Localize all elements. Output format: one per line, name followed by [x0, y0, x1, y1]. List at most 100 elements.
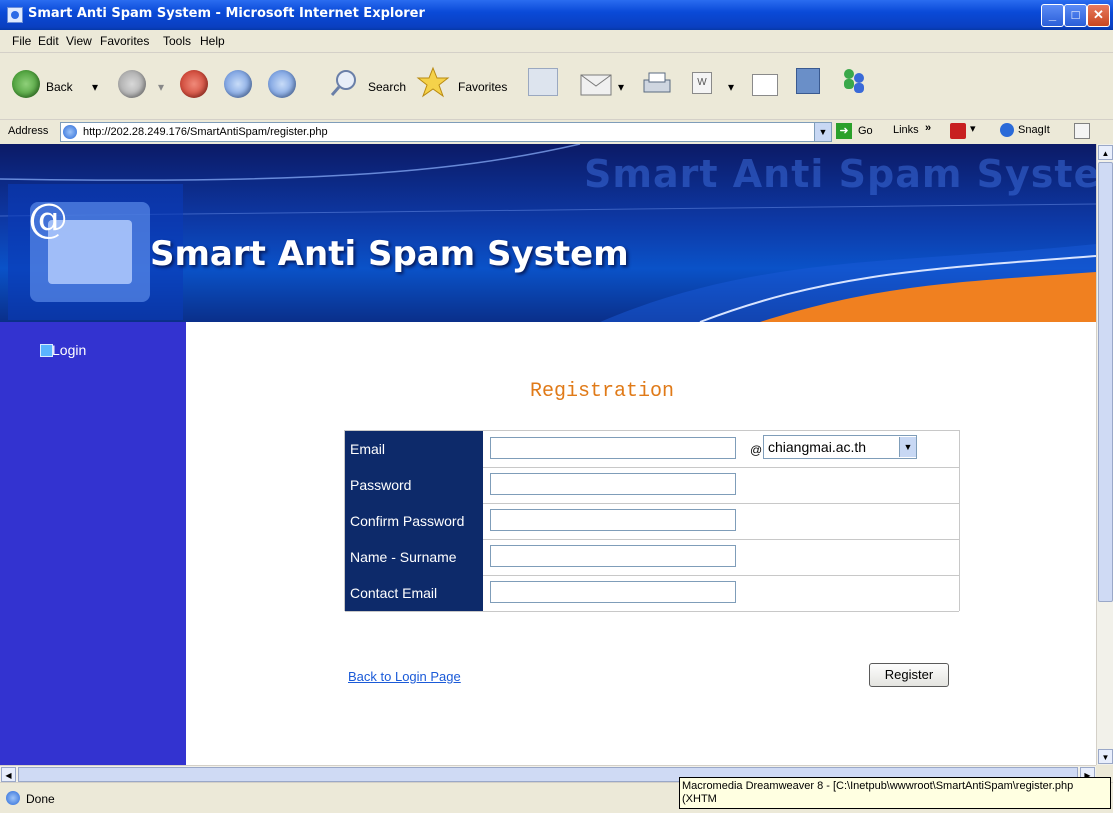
dropdown-arrow-icon[interactable]: ▾ [970, 122, 976, 135]
form-row-password: Password [345, 467, 959, 504]
go-arrow-icon: ➜ [836, 123, 852, 139]
research-book-icon [796, 68, 820, 94]
favorites-star-icon [416, 66, 450, 98]
stop-button[interactable] [180, 66, 212, 102]
title-bar: Smart Anti Spam System - Microsoft Inter… [0, 0, 1113, 30]
at-sign-logo-icon: @ [28, 196, 68, 242]
status-bar: Done Macromedia Dreamweaver 8 - [C:\Inet… [0, 777, 1113, 813]
scroll-thumb[interactable] [1098, 162, 1113, 602]
back-arrow-icon [12, 70, 40, 98]
forward-button[interactable]: ▾ [118, 66, 170, 102]
register-button[interactable]: Register [869, 663, 949, 687]
favorites-label: Favorites [458, 80, 508, 94]
refresh-icon [224, 70, 252, 98]
password-field[interactable] [490, 473, 736, 495]
back-button[interactable]: Back ▾ [12, 66, 104, 102]
contact-email-field[interactable] [490, 581, 736, 603]
form-row-confirm-password: Confirm Password [345, 503, 959, 540]
menu-tools[interactable]: Tools [163, 34, 191, 48]
main-content: Registration Email @ chiangmai.ac.th ▼ P… [186, 322, 1096, 765]
snagit-window-icon[interactable] [1074, 123, 1090, 139]
snagit-icon [1000, 123, 1014, 137]
dropdown-arrow-icon[interactable]: ▾ [728, 66, 740, 102]
go-button[interactable]: ➜ Go [836, 123, 884, 141]
confirm-password-label: Confirm Password [345, 503, 483, 539]
menu-view[interactable]: View [66, 34, 92, 48]
taskbar-tooltip: Macromedia Dreamweaver 8 - [C:\Inetpub\w… [679, 777, 1111, 809]
favorites-button[interactable]: Favorites [416, 66, 512, 102]
banner-watermark-text: Smart Anti Spam System [584, 152, 1096, 196]
home-button[interactable] [268, 66, 300, 102]
domain-select-value: chiangmai.ac.th [768, 439, 867, 455]
header-banner: @ Smart Anti Spam System Smart Anti Spam… [0, 144, 1096, 322]
stop-icon [180, 70, 208, 98]
close-button[interactable]: ✕ [1087, 4, 1110, 27]
email-label: Email [345, 431, 483, 467]
name-surname-field[interactable] [490, 545, 736, 567]
minimize-button[interactable]: _ [1041, 4, 1064, 27]
dropdown-arrow-icon: ▾ [618, 80, 625, 94]
home-icon [268, 70, 296, 98]
email-field[interactable] [490, 437, 736, 459]
banner-title: Smart Anti Spam System [150, 234, 629, 274]
menu-help[interactable]: Help [200, 34, 225, 48]
links-label[interactable]: Links [893, 124, 919, 136]
address-input[interactable]: http://202.28.249.176/SmartAntiSpam/regi… [60, 122, 832, 142]
messenger-people-icon [844, 69, 864, 93]
vertical-scrollbar[interactable]: ▲ ▼ [1096, 144, 1113, 765]
domain-select[interactable]: chiangmai.ac.th ▼ [763, 435, 917, 459]
menu-file[interactable]: File [12, 34, 31, 48]
search-button[interactable]: Search [330, 66, 410, 102]
address-dropdown-icon[interactable]: ▼ [814, 123, 831, 141]
dropdown-arrow-icon: ▾ [158, 80, 165, 94]
page-icon [63, 125, 77, 139]
confirm-password-field[interactable] [490, 509, 736, 531]
name-surname-label: Name - Surname [345, 539, 483, 575]
printer-icon [643, 72, 671, 93]
mail-icon [580, 74, 612, 96]
form-row-email: Email @ chiangmai.ac.th ▼ [345, 431, 959, 468]
pdf-icon[interactable] [950, 123, 966, 139]
standard-toolbar: Back ▾ ▾ Search Favorites ▾ W ▾ [0, 53, 1113, 120]
back-to-login-link[interactable]: Back to Login Page [348, 669, 461, 684]
snagit-button[interactable]: SnagIt [1018, 124, 1050, 136]
maximize-button[interactable]: □ [1064, 4, 1087, 27]
page-viewport: @ Smart Anti Spam System Smart Anti Spam… [0, 144, 1096, 765]
form-row-contact-email: Contact Email [345, 575, 959, 612]
chevron-down-icon: ▼ [899, 437, 916, 457]
menu-favorites[interactable]: Favorites [100, 34, 149, 48]
page-title: Registration [530, 380, 675, 403]
address-label: Address [8, 125, 49, 137]
window-title: Smart Anti Spam System - Microsoft Inter… [28, 6, 425, 21]
scroll-up-icon[interactable]: ▲ [1098, 145, 1113, 160]
scroll-down-icon[interactable]: ▼ [1098, 749, 1113, 764]
refresh-button[interactable] [224, 66, 256, 102]
menu-bar: File Edit View Favorites Tools Help [0, 30, 1113, 53]
word-doc-icon: W [692, 72, 712, 94]
research-button[interactable] [796, 66, 826, 102]
media-icon[interactable] [528, 68, 558, 96]
discuss-button[interactable] [752, 66, 782, 102]
chevron-right-icon[interactable]: » [925, 122, 931, 134]
messenger-button[interactable] [840, 66, 870, 102]
registration-form: Email @ chiangmai.ac.th ▼ Password Confi… [344, 430, 960, 612]
mail-button[interactable]: ▾ [580, 66, 632, 102]
search-icon [330, 70, 356, 96]
address-url: http://202.28.249.176/SmartAntiSpam/regi… [83, 126, 328, 138]
edit-word-button[interactable]: W [692, 66, 712, 102]
note-icon [752, 74, 778, 96]
search-label: Search [368, 80, 407, 94]
print-button[interactable] [640, 66, 676, 102]
go-label: Go [858, 125, 873, 137]
dropdown-arrow-icon: ▾ [92, 80, 99, 94]
ie-icon [7, 7, 23, 23]
menu-edit[interactable]: Edit [38, 34, 59, 48]
at-sign: @ [750, 443, 763, 457]
sidebar-nav: Login [0, 322, 186, 765]
form-row-name: Name - Surname [345, 539, 959, 576]
status-text: Done [26, 792, 55, 806]
address-bar: Address http://202.28.249.176/SmartAntiS… [0, 120, 1113, 144]
sidebar-item-label: Login [52, 342, 87, 358]
password-label: Password [345, 467, 483, 503]
scroll-left-icon[interactable]: ◀ [1, 767, 16, 782]
